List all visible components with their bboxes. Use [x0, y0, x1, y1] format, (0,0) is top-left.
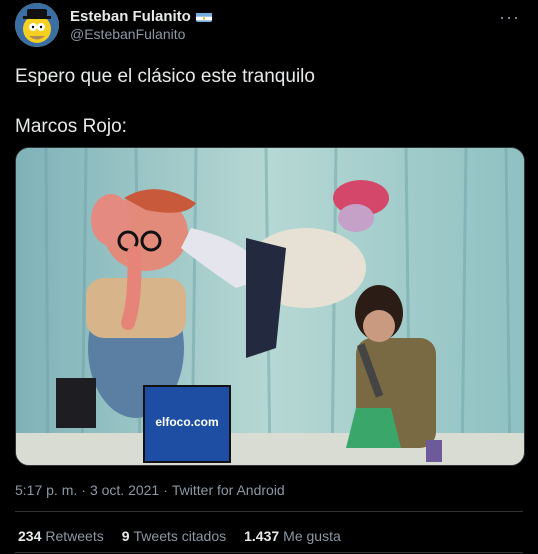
- stat-label: Retweets: [45, 528, 104, 544]
- argentina-flag-icon: [195, 11, 212, 22]
- tweet-stats: 234 Retweets 9 Tweets citados 1.437 Me gust…: [18, 528, 341, 544]
- stat-count: 234: [18, 528, 42, 544]
- stat-count: 1.437: [244, 528, 280, 544]
- tweet-media-image[interactable]: elfoco.com: [15, 147, 525, 466]
- meta-separator: ·: [163, 482, 168, 498]
- tweet-text-line-1: Espero que el clásico este tranquilo: [15, 66, 315, 87]
- stat-likes[interactable]: 1.437 Me gusta: [244, 528, 341, 544]
- meta-separator: ·: [81, 482, 86, 498]
- tweet-time[interactable]: 5:17 p. m.: [15, 482, 77, 498]
- more-options-icon[interactable]: ···: [499, 7, 520, 28]
- stat-count: 9: [121, 528, 130, 544]
- tweet-text-line-2: Marcos Rojo:: [15, 116, 127, 137]
- display-name[interactable]: Esteban Fulanito: [70, 8, 191, 25]
- handle[interactable]: @EstebanFulanito: [70, 26, 185, 42]
- stat-label: Me gusta: [283, 528, 341, 544]
- tweet-source[interactable]: Twitter for Android: [172, 482, 285, 498]
- stat-quote-tweets[interactable]: 9 Tweets citados: [122, 528, 226, 544]
- author-row: Esteban Fulanito: [70, 8, 212, 25]
- avatar[interactable]: [15, 3, 59, 47]
- homer-avatar-icon: [15, 3, 59, 47]
- puppet-scene-image: elfoco.com: [16, 148, 524, 465]
- stat-retweets[interactable]: 234 Retweets: [18, 528, 104, 544]
- tweet-meta: 5:17 p. m. · 3 oct. 2021 · Twitter for A…: [15, 482, 285, 498]
- divider: [15, 511, 523, 512]
- stat-label: Tweets citados: [133, 528, 227, 544]
- divider: [15, 552, 523, 553]
- media-sign-text: elfoco.com: [155, 415, 218, 429]
- tweet-card: Esteban Fulanito @EstebanFulanito ··· Es…: [0, 0, 538, 554]
- tweet-date[interactable]: 3 oct. 2021: [90, 482, 159, 498]
